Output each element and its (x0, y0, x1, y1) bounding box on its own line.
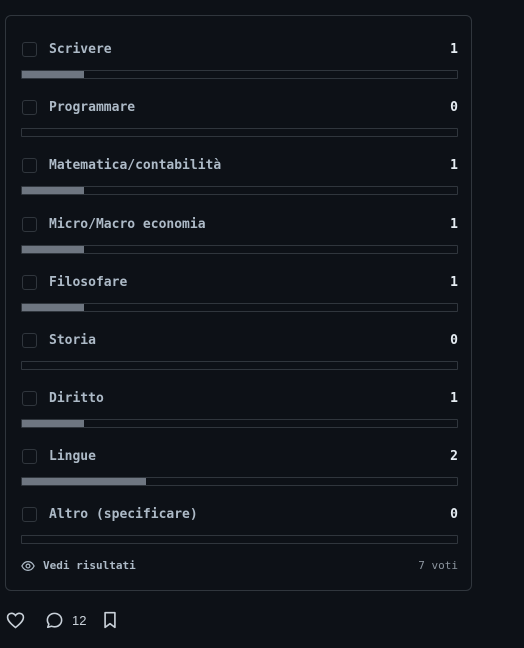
poll-option-programmare[interactable]: Programmare 0 (21, 84, 458, 137)
poll-option-checkbox[interactable] (22, 391, 37, 406)
eye-icon (21, 558, 35, 572)
poll-option-count: 1 (450, 158, 458, 173)
poll-option-economia[interactable]: Micro/Macro economia 1 (21, 201, 458, 254)
poll-option-checkbox[interactable] (22, 507, 37, 522)
poll-footer: Vedi risultati 7 voti (21, 558, 458, 574)
poll-option-count: 1 (450, 217, 458, 232)
poll-option-checkbox[interactable] (22, 158, 37, 173)
poll-card: Scrivere 1 Programmare 0 Matematica/cont… (5, 15, 472, 591)
poll-option-bar-fill (22, 304, 85, 311)
poll-option-bar-fill (22, 420, 85, 427)
poll-option-diritto[interactable]: Diritto 1 (21, 375, 458, 428)
poll-option-label: Programmare (49, 100, 136, 115)
poll-option-checkbox[interactable] (22, 42, 37, 57)
poll-option-bar (21, 361, 458, 370)
poll-option-count: 0 (450, 333, 458, 348)
poll-option-checkbox[interactable] (22, 275, 37, 290)
poll-option-count: 0 (450, 100, 458, 115)
poll-option-altro[interactable]: Altro (specificare) 0 (21, 491, 458, 544)
poll-option-count: 1 (450, 42, 458, 57)
votes-count: 7 voti (418, 559, 458, 572)
poll-option-bar (21, 477, 458, 486)
poll-option-label: Micro/Macro economia (49, 217, 206, 232)
poll-option-bar-fill (22, 246, 85, 253)
poll-option-label: Scrivere (49, 42, 112, 57)
poll-option-bar (21, 70, 458, 79)
poll-option-filosofare[interactable]: Filosofare 1 (21, 259, 458, 312)
poll-option-checkbox[interactable] (22, 449, 37, 464)
poll-option-lingue[interactable]: Lingue 2 (21, 433, 458, 486)
poll-option-bar-fill (22, 71, 85, 78)
poll-option-label: Storia (49, 333, 96, 348)
poll-option-count: 0 (450, 507, 458, 522)
poll-option-bar (21, 128, 458, 137)
view-results-label: Vedi risultati (43, 558, 136, 572)
post-actions: 12 (6, 610, 132, 630)
poll-option-bar (21, 303, 458, 312)
poll-option-bar-fill (22, 187, 85, 194)
poll-option-count: 1 (450, 391, 458, 406)
poll-option-storia[interactable]: Storia 0 (21, 317, 458, 370)
poll-option-count: 2 (450, 449, 458, 464)
poll-option-scrivere[interactable]: Scrivere 1 (21, 26, 458, 79)
poll-option-matematica[interactable]: Matematica/contabilità 1 (21, 142, 458, 195)
view-results-button[interactable]: Vedi risultati (21, 558, 136, 572)
like-button[interactable] (6, 611, 25, 629)
poll-option-bar (21, 419, 458, 428)
comment-button[interactable]: 12 (45, 611, 86, 630)
poll-option-label: Altro (specificare) (49, 507, 198, 522)
poll-option-bar-fill (22, 478, 147, 485)
poll-option-label: Diritto (49, 391, 104, 406)
heart-icon (6, 611, 25, 629)
comment-icon (45, 611, 64, 630)
poll-option-bar (21, 245, 458, 254)
poll-option-label: Matematica/contabilità (49, 158, 222, 173)
poll-option-label: Lingue (49, 449, 96, 464)
poll-option-checkbox[interactable] (22, 333, 37, 348)
bookmark-button[interactable] (102, 611, 118, 629)
poll-option-checkbox[interactable] (22, 100, 37, 115)
poll-option-checkbox[interactable] (22, 217, 37, 232)
bookmark-icon (102, 611, 118, 629)
poll-option-count: 1 (450, 275, 458, 290)
poll-option-bar (21, 186, 458, 195)
poll-option-bar (21, 535, 458, 544)
poll-option-label: Filosofare (49, 275, 128, 290)
comment-count: 12 (72, 612, 87, 628)
